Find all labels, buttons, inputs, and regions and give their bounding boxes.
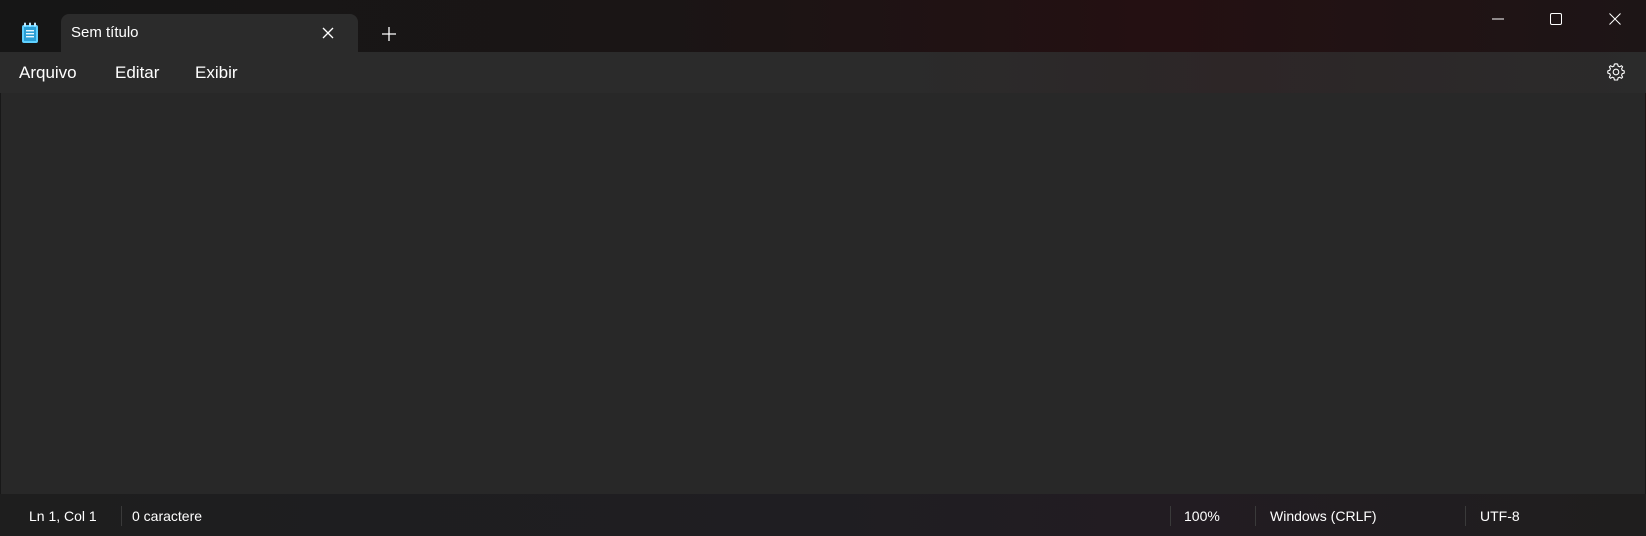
status-divider [1255, 506, 1256, 526]
minimize-button[interactable] [1469, 0, 1527, 38]
notepad-window: Sem título Arquivo Editar Exibir Ln 1, C… [0, 0, 1646, 536]
cursor-position: Ln 1, Col 1 [29, 508, 97, 524]
menu-editar[interactable]: Editar [115, 63, 159, 83]
status-divider [121, 506, 122, 526]
text-editor[interactable] [1, 93, 1645, 494]
title-bar: Sem título [0, 0, 1646, 52]
tab-untitled[interactable]: Sem título [61, 14, 358, 52]
menu-exibir[interactable]: Exibir [195, 63, 238, 83]
close-icon[interactable] [320, 25, 336, 41]
encoding[interactable]: UTF-8 [1480, 508, 1520, 524]
line-ending[interactable]: Windows (CRLF) [1270, 508, 1377, 524]
status-bar: Ln 1, Col 1 0 caractere 100% Windows (CR… [0, 494, 1646, 536]
minimize-icon [1492, 18, 1504, 20]
close-icon [1609, 13, 1621, 25]
maximize-icon [1550, 13, 1562, 25]
menu-arquivo[interactable]: Arquivo [19, 63, 77, 83]
notepad-icon [20, 22, 40, 44]
status-divider [1170, 506, 1171, 526]
status-divider [1465, 506, 1466, 526]
plus-icon[interactable] [379, 24, 399, 44]
close-window-button[interactable] [1586, 0, 1644, 38]
gear-icon[interactable] [1606, 62, 1626, 82]
zoom-level[interactable]: 100% [1184, 508, 1220, 524]
maximize-button[interactable] [1527, 0, 1585, 38]
character-count: 0 caractere [132, 508, 203, 524]
tab-title: Sem título [71, 24, 139, 41]
menu-bar: Arquivo Editar Exibir [0, 52, 1646, 93]
